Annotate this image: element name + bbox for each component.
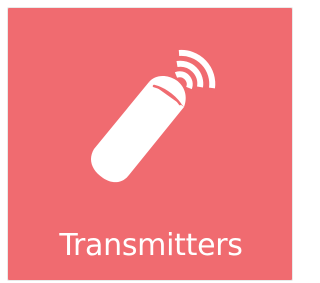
signal-waves-icon xyxy=(174,49,216,90)
remote-body-shape xyxy=(91,76,186,183)
transmitters-tile[interactable]: Transmitters xyxy=(7,7,293,281)
transmitter-icon xyxy=(8,8,294,228)
tile-label: Transmitters xyxy=(59,228,243,263)
